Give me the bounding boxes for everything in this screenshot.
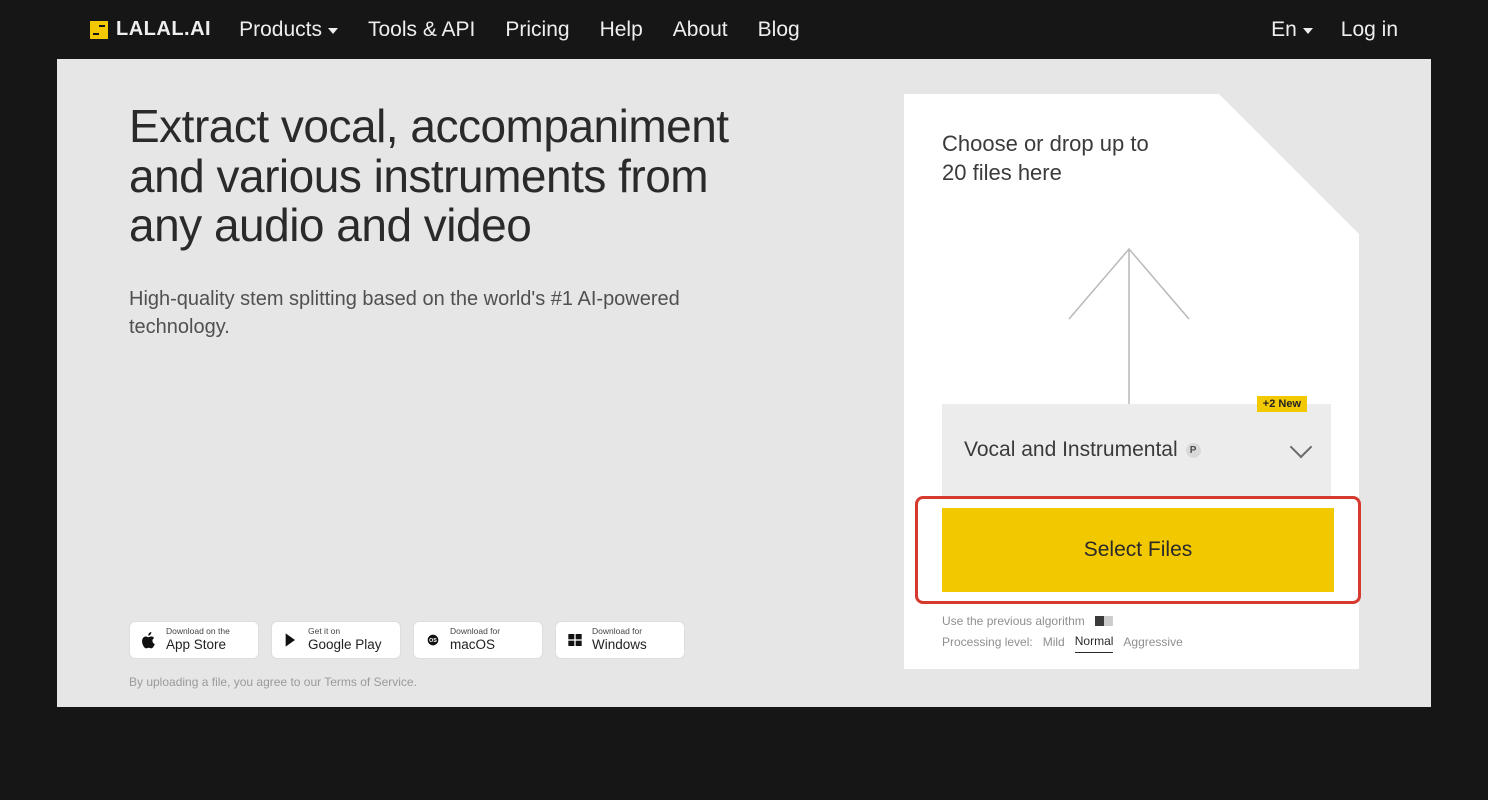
macos-icon: OS — [424, 631, 442, 649]
dl-bottom: Google Play — [308, 637, 382, 653]
hero-copy: Extract vocal, accompaniment and various… — [129, 94, 729, 687]
prev-algo-label: Use the previous algorithm — [942, 611, 1085, 631]
logo-icon — [90, 21, 108, 39]
apple-icon — [140, 631, 158, 649]
subheadline: High-quality stem splitting based on the… — [129, 285, 729, 341]
windows-icon — [566, 631, 584, 649]
login-link[interactable]: Log in — [1341, 18, 1398, 42]
processing-mild[interactable]: Mild — [1043, 632, 1065, 652]
download-appstore[interactable]: Download on the App Store — [129, 621, 259, 659]
chevron-down-icon — [1290, 436, 1313, 459]
select-files-button[interactable]: Select Files — [942, 508, 1334, 592]
nav-products[interactable]: Products — [239, 18, 338, 42]
play-icon — [282, 631, 300, 649]
nav-about[interactable]: About — [673, 18, 728, 42]
language-switcher[interactable]: En — [1271, 18, 1313, 42]
dl-top: Download for — [592, 627, 647, 636]
svg-text:OS: OS — [429, 638, 437, 644]
logo-text: LALAL.AI — [116, 18, 211, 41]
language-label: En — [1271, 18, 1297, 42]
tos-note: By uploading a file, you agree to our Te… — [129, 675, 417, 689]
chevron-down-icon — [1303, 28, 1313, 34]
dl-bottom: Windows — [592, 637, 647, 653]
right-nav: En Log in — [1271, 18, 1398, 42]
download-windows[interactable]: Download for Windows — [555, 621, 685, 659]
nav-blog[interactable]: Blog — [758, 18, 800, 42]
info-p-icon: P — [1186, 443, 1201, 458]
processing-normal[interactable]: Normal — [1075, 631, 1114, 652]
dl-bottom: App Store — [166, 637, 230, 653]
drop-instruction: Choose or drop up to 20 files here — [942, 130, 1162, 187]
upload-panel: Choose or drop up to 20 files here +2 Ne… — [904, 94, 1359, 687]
nav-products-label: Products — [239, 18, 322, 42]
tos-link[interactable]: Terms of Service — [324, 675, 413, 689]
new-badge: +2 New — [1257, 396, 1307, 412]
stem-selected-label: Vocal and Instrumental — [964, 438, 1178, 462]
dl-top: Download on the — [166, 627, 230, 636]
dl-top: Get it on — [308, 627, 382, 636]
page-fold-icon — [1219, 94, 1359, 234]
prev-algo-toggle[interactable] — [1095, 616, 1113, 626]
select-files-label: Select Files — [1084, 538, 1193, 562]
upload-arrow-icon — [1059, 239, 1199, 404]
tos-suffix: . — [414, 675, 417, 689]
stem-selector[interactable]: +2 New Vocal and Instrumental P — [942, 404, 1331, 496]
download-macos[interactable]: OS Download for macOS — [413, 621, 543, 659]
select-files-highlight: Select Files — [915, 496, 1361, 604]
processing-level-label: Processing level: — [942, 632, 1033, 652]
tos-prefix: By uploading a file, you agree to our — [129, 675, 324, 689]
download-buttons: Download on the App Store Get it on Goog… — [129, 621, 685, 659]
logo[interactable]: LALAL.AI — [90, 18, 211, 41]
primary-nav: Products Tools & API Pricing Help About … — [239, 18, 800, 42]
upload-options: Use the previous algorithm Processing le… — [942, 611, 1183, 653]
dl-top: Download for — [450, 627, 500, 636]
dl-bottom: macOS — [450, 637, 500, 653]
headline: Extract vocal, accompaniment and various… — [129, 102, 729, 251]
download-googleplay[interactable]: Get it on Google Play — [271, 621, 401, 659]
top-nav: LALAL.AI Products Tools & API Pricing He… — [0, 0, 1488, 59]
nav-pricing[interactable]: Pricing — [505, 18, 569, 42]
nav-tools[interactable]: Tools & API — [368, 18, 475, 42]
processing-aggressive[interactable]: Aggressive — [1123, 632, 1182, 652]
upload-card[interactable]: Choose or drop up to 20 files here +2 Ne… — [904, 94, 1359, 669]
nav-help[interactable]: Help — [600, 18, 643, 42]
chevron-down-icon — [328, 28, 338, 34]
hero-section: Extract vocal, accompaniment and various… — [57, 59, 1431, 707]
